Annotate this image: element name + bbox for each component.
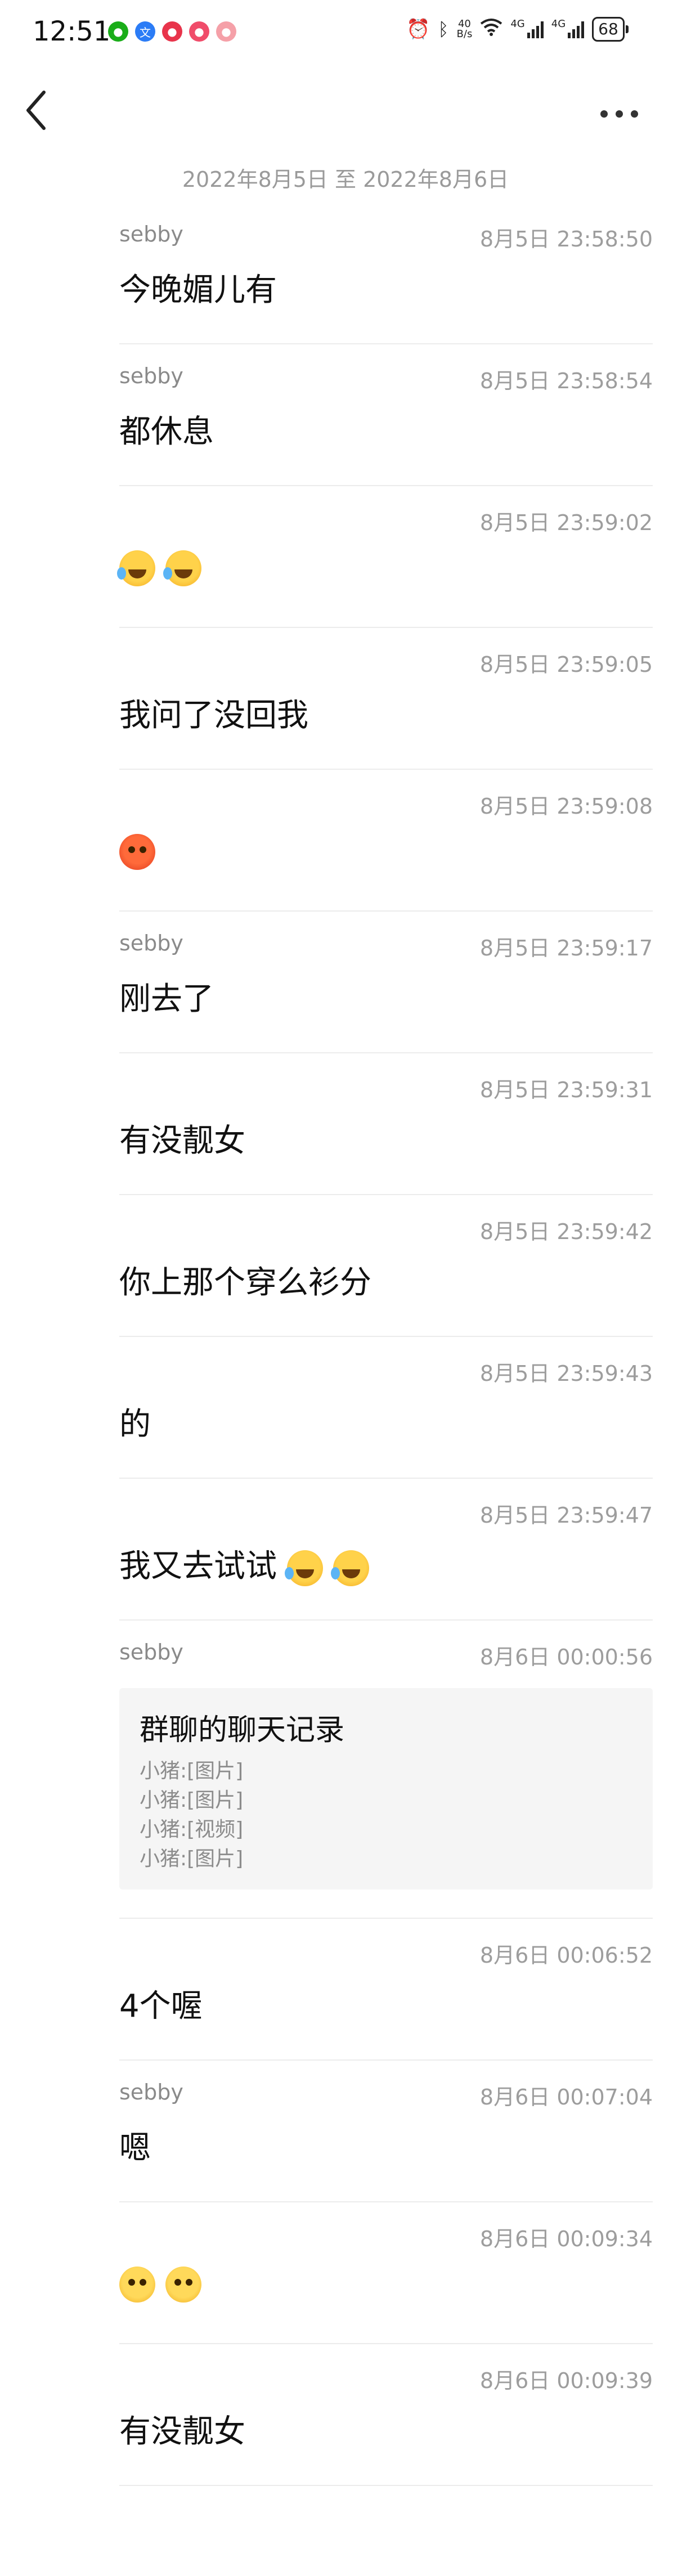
message-time: 8月6日 00:09:34 — [479, 2227, 653, 2251]
network-type-1: 4G — [510, 17, 525, 30]
system-icons: ⏰ ᛒ 40 B/s 4G 4G 68 — [406, 17, 629, 42]
message-time: 8月5日 23:59:05 — [479, 652, 653, 677]
message-item[interactable]: sebby 8月6日 00:07:04 嗯 — [0, 2061, 691, 2202]
notification-icons: ● 文 ● ● ● — [108, 21, 236, 42]
header — [0, 62, 691, 163]
message-text: 今晚媚儿有 — [119, 272, 277, 308]
wechat-icon: ● — [108, 21, 128, 42]
more-icon-dot — [615, 110, 623, 118]
more-icon-dot — [600, 110, 608, 118]
message-item[interactable]: sebby 8月5日 23:58:50 今晚媚儿有 — [0, 203, 691, 344]
message-text: 嗯 — [119, 2130, 151, 2166]
message-text: 我问了没回我 — [119, 697, 308, 734]
laugh-cry-emoji-icon — [163, 550, 201, 586]
message-time: 8月6日 00:07:04 — [479, 2085, 653, 2110]
app-notification-icon: ● — [162, 21, 182, 42]
signal-icon — [527, 20, 544, 38]
message-emoji — [119, 2264, 201, 2303]
chat-record-line: 小猪:[图片] — [140, 1847, 244, 1870]
message-text: 的 — [119, 1406, 151, 1443]
message-item[interactable]: 8月6日 00:06:52 4个喔 — [0, 1919, 691, 2061]
network-type-2: 4G — [551, 17, 566, 30]
chevron-left-icon — [26, 91, 46, 130]
network-speed: 40 B/s — [456, 18, 473, 40]
sender-name: sebby — [119, 2080, 183, 2104]
message-item[interactable]: 8月6日 00:09:34 — [0, 2202, 691, 2344]
sender-name: sebby — [119, 931, 183, 955]
more-icon-dot — [630, 110, 638, 118]
battery-tip — [625, 25, 629, 33]
message-time: 8月5日 23:59:42 — [479, 1219, 653, 1244]
message-text: 4个喔 — [119, 1988, 203, 2025]
message-time: 8月5日 23:59:47 — [479, 1503, 653, 1528]
message-time: 8月6日 00:00:56 — [479, 1645, 653, 1670]
message-time: 8月5日 23:58:50 — [479, 227, 653, 252]
bluetooth-icon: ᛒ — [438, 19, 449, 40]
thinking-emoji-icon — [165, 2266, 201, 2303]
more-button[interactable] — [591, 97, 647, 131]
message-time: 8月5日 23:59:31 — [479, 1078, 653, 1102]
message-text: 刚去了 — [119, 981, 214, 1017]
message-item[interactable]: 8月5日 23:59:31 有没靓女 — [0, 1053, 691, 1195]
status-bar: 12:51 ● 文 ● ● ● ⏰ ᛒ 40 B/s 4G 4G 68 — [0, 0, 691, 62]
sender-name: sebby — [119, 1640, 183, 1664]
app-notification-icon: ● — [189, 21, 209, 42]
message-emoji — [119, 832, 155, 870]
message-time: 8月5日 23:58:54 — [479, 369, 653, 393]
message-text: 我又去试试 — [119, 1548, 277, 1585]
angry-emoji-icon — [119, 833, 155, 870]
message-item[interactable]: 8月5日 23:59:08 — [0, 770, 691, 912]
message-time: 8月5日 23:59:08 — [479, 794, 653, 819]
sender-name: sebby — [119, 363, 183, 388]
message-item[interactable]: 8月5日 23:59:42 你上那个穿么衫分 — [0, 1195, 691, 1337]
signal-icon — [568, 20, 585, 38]
message-time: 8月6日 00:06:52 — [479, 1943, 653, 1968]
date-range: 2022年8月5日 至 2022年8月6日 — [182, 167, 509, 192]
laugh-cry-emoji-icon — [330, 1550, 369, 1586]
chat-record-line: 小猪:[图片] — [140, 1760, 244, 1783]
message-item[interactable]: sebby 8月5日 23:58:54 都休息 — [0, 344, 691, 486]
message-time: 8月5日 23:59:02 — [479, 510, 653, 535]
translate-app-icon: 文 — [135, 21, 155, 42]
message-time: 8月5日 23:59:43 — [479, 1361, 653, 1386]
message-item[interactable]: 8月5日 23:59:02 — [0, 486, 691, 628]
message-text: 有没靓女 — [119, 1123, 245, 1159]
alarm-icon: ⏰ — [406, 18, 430, 41]
message-emoji — [117, 548, 201, 586]
message-text: 有没靓女 — [119, 2413, 245, 2450]
message-time: 8月6日 00:09:39 — [479, 2368, 653, 2393]
wifi-icon — [480, 18, 502, 41]
app-notification-icon: ● — [216, 21, 236, 42]
thinking-emoji-icon — [119, 2266, 155, 2303]
message-item[interactable]: 8月6日 00:09:39 有没靓女 — [0, 2344, 691, 2486]
chat-record-line: 小猪:[视频] — [140, 1818, 244, 1841]
back-button[interactable] — [24, 88, 50, 133]
laugh-cry-emoji-icon — [117, 550, 155, 586]
clock: 12:51 — [33, 16, 111, 47]
message-time: 8月5日 23:59:17 — [479, 936, 653, 961]
battery-icon: 68 — [592, 17, 625, 42]
message-item[interactable]: 8月5日 23:59:05 我问了没回我 — [0, 628, 691, 770]
chat-record-line: 小猪:[图片] — [140, 1789, 244, 1812]
message-item[interactable]: sebby 8月6日 00:00:56 群聊的聊天记录 小猪:[图片] 小猪:[… — [0, 1621, 691, 1919]
chat-record-title: 群聊的聊天记录 — [140, 1713, 345, 1747]
message-text-with-emoji: 我又去试试 — [119, 1541, 369, 1586]
laugh-cry-emoji-icon — [284, 1550, 323, 1586]
message-text: 都休息 — [119, 414, 214, 450]
message-text: 你上那个穿么衫分 — [119, 1264, 371, 1301]
chat-record-card[interactable]: 群聊的聊天记录 小猪:[图片] 小猪:[图片] 小猪:[视频] 小猪:[图片] — [119, 1688, 653, 1890]
message-item[interactable]: sebby 8月5日 23:59:17 刚去了 — [0, 912, 691, 1053]
message-item[interactable]: 8月5日 23:59:47 我又去试试 — [0, 1479, 691, 1621]
sender-name: sebby — [119, 222, 183, 246]
message-item[interactable]: 8月5日 23:59:43 的 — [0, 1337, 691, 1479]
